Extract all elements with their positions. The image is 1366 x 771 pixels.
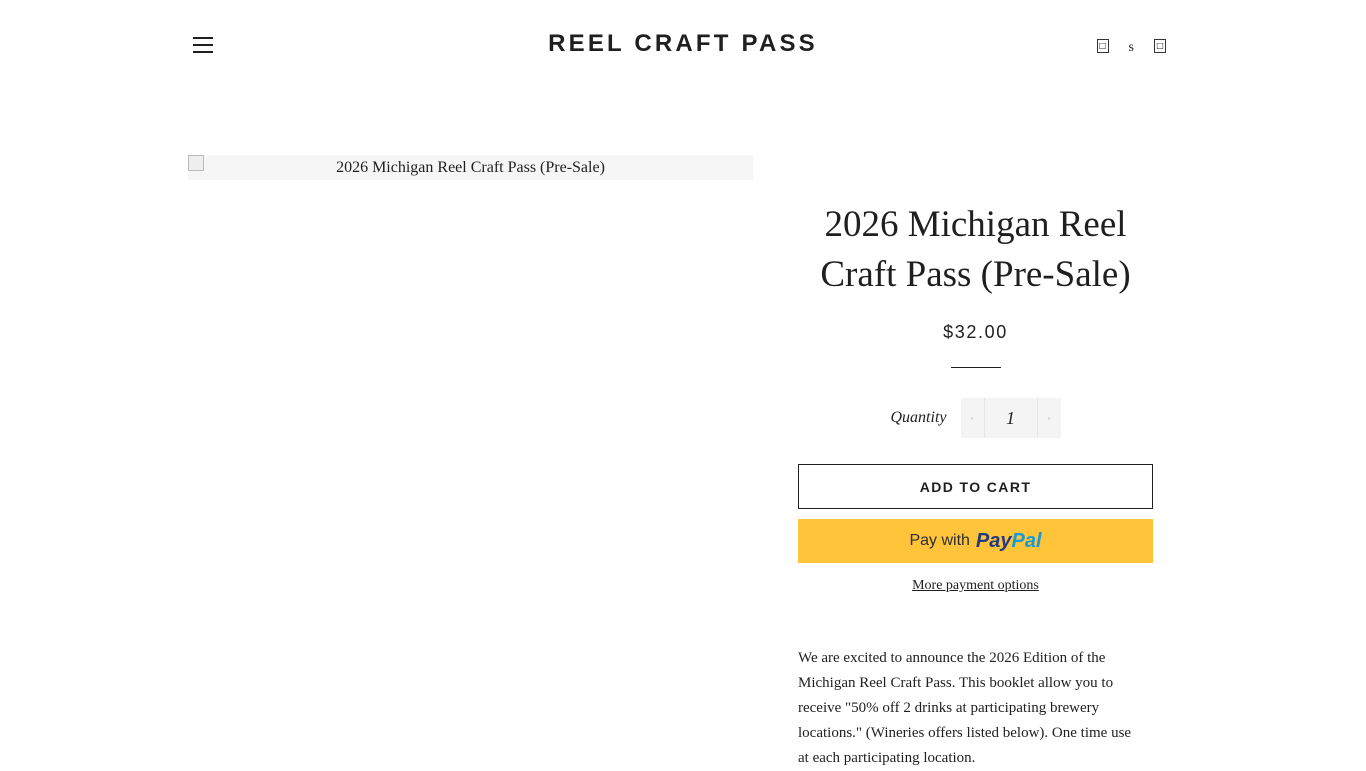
quantity-plus-button[interactable]: ▫ — [1038, 398, 1061, 438]
cart-icon[interactable]: □ — [1154, 39, 1166, 53]
more-payment-options-link[interactable]: More payment options — [912, 578, 1039, 594]
product-description: We are excited to announce the 2026 Edit… — [798, 650, 1132, 766]
quantity-label: Quantity — [890, 409, 947, 426]
product-price: $32.00 — [943, 322, 1008, 342]
quantity-minus-button[interactable]: ▫ — [961, 398, 984, 438]
site-header: REEL CRAFT PASS □ s □ — [0, 0, 1366, 92]
broken-image-icon — [188, 155, 204, 171]
product-title: 2026 Michigan Reel Craft Pass (Pre-Sale) — [820, 204, 1131, 295]
paypal-button[interactable]: Pay with Pay Pal — [798, 519, 1153, 563]
quantity-row: Quantity ▫ ▫ — [798, 398, 1153, 438]
search-icon[interactable]: s — [1129, 40, 1134, 56]
header-icons: □ s □ — [1096, 36, 1166, 56]
product-image: 2026 Michigan Reel Craft Pass (Pre-Sale) — [188, 155, 753, 180]
divider — [950, 367, 1001, 368]
add-to-cart-button[interactable]: ADD TO CART — [798, 464, 1153, 509]
quantity-input[interactable] — [983, 398, 1038, 438]
user-icon[interactable]: □ — [1096, 39, 1109, 53]
paypal-logo-pal: Pal — [1011, 529, 1042, 552]
product-info: 2026 Michigan Reel Craft Pass (Pre-Sale)… — [798, 200, 1153, 594]
paypal-pay-with-text: Pay with — [909, 532, 970, 549]
quantity-stepper: ▫ ▫ — [960, 398, 1061, 438]
product-image-alt-text: 2026 Michigan Reel Craft Pass (Pre-Sale) — [336, 158, 605, 176]
site-title-link[interactable]: REEL CRAFT PASS — [548, 30, 818, 57]
paypal-logo-pay: Pay — [975, 529, 1012, 552]
